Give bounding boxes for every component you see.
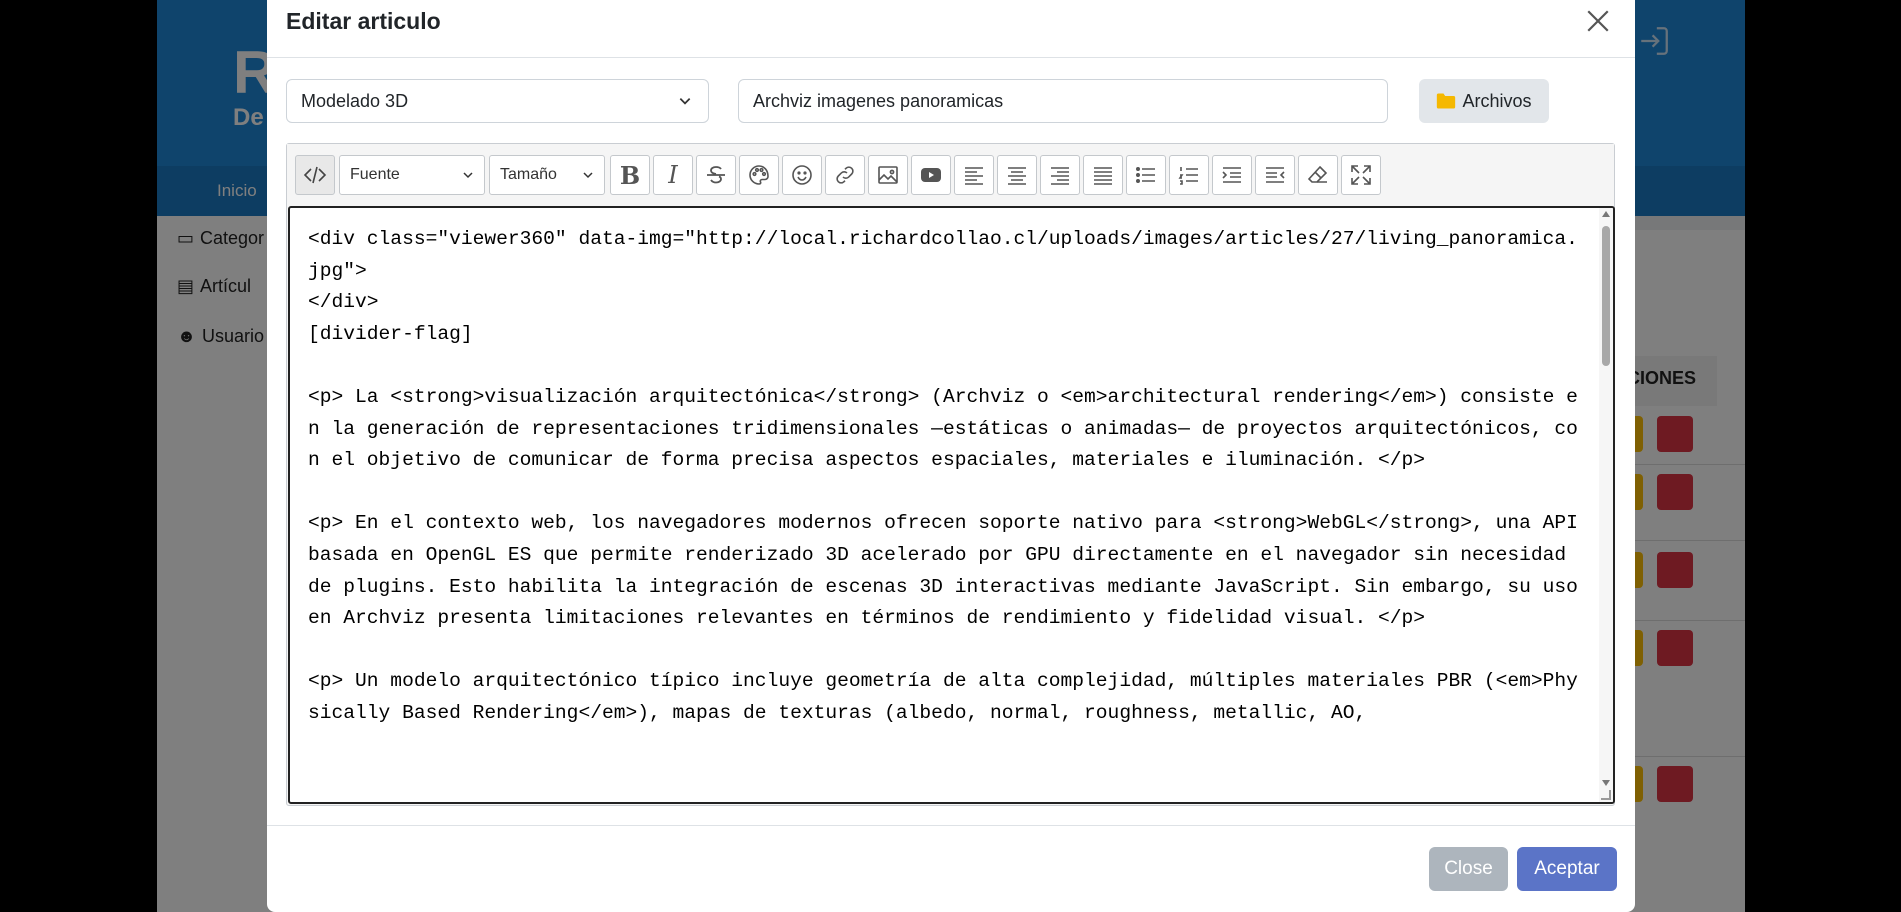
emoji-button[interactable] [782, 155, 822, 195]
outdent-button[interactable] [1255, 155, 1295, 195]
font-dropdown[interactable]: Fuente [339, 155, 485, 195]
editor-toolbar: Fuente Tamaño B I [287, 144, 1614, 206]
align-center-icon [1008, 167, 1026, 185]
files-button-label: Archivos [1462, 90, 1532, 111]
article-title-input[interactable]: Archviz imagenes panoramicas [738, 79, 1388, 123]
code-view-button[interactable] [295, 155, 335, 195]
modal-footer: Close Aceptar [267, 825, 1635, 912]
align-center-button[interactable] [997, 155, 1037, 195]
list-ul-icon [1135, 167, 1155, 183]
bold-icon: B [619, 160, 641, 190]
code-editor-content[interactable]: <div class="viewer360" data-img="http://… [308, 224, 1578, 730]
align-left-button[interactable] [954, 155, 994, 195]
color-button[interactable] [739, 155, 779, 195]
ordered-list-button[interactable] [1169, 155, 1209, 195]
indent-button[interactable] [1212, 155, 1252, 195]
clear-format-button[interactable] [1298, 155, 1338, 195]
chevron-down-icon [583, 172, 593, 179]
justify-button[interactable] [1083, 155, 1123, 195]
palette-icon [749, 165, 769, 185]
align-right-button[interactable] [1040, 155, 1080, 195]
code-editor[interactable]: <div class="viewer360" data-img="http://… [288, 206, 1615, 804]
unordered-list-button[interactable] [1126, 155, 1166, 195]
align-right-icon [1051, 167, 1069, 185]
fullscreen-button[interactable] [1341, 155, 1381, 195]
image-button[interactable] [868, 155, 908, 195]
image-icon [878, 166, 898, 184]
align-justify-icon [1094, 167, 1112, 185]
strikethrough-icon [707, 166, 725, 184]
chevron-down-icon [463, 172, 473, 179]
outdent-icon [1266, 167, 1285, 183]
accept-button[interactable]: Aceptar [1517, 847, 1617, 891]
editor-scrollbar[interactable] [1599, 208, 1613, 802]
edit-article-modal: Editar articulo Modelado 3D Archviz imag… [267, 0, 1635, 912]
youtube-icon [921, 168, 941, 182]
strikethrough-button[interactable] [696, 155, 736, 195]
link-button[interactable] [825, 155, 865, 195]
category-select-value: Modelado 3D [301, 91, 409, 111]
modal-header: Editar articulo [267, 0, 1635, 58]
align-left-icon [965, 167, 983, 185]
eraser-icon [1307, 165, 1328, 183]
bold-button[interactable]: B [610, 155, 650, 195]
modal-title: Editar articulo [286, 8, 441, 34]
close-icon[interactable] [1585, 8, 1611, 34]
code-icon [303, 166, 327, 184]
list-ol-icon [1178, 167, 1198, 185]
category-select[interactable]: Modelado 3D [286, 79, 709, 123]
size-dropdown[interactable]: Tamaño [489, 155, 605, 195]
video-button[interactable] [911, 155, 951, 195]
files-button[interactable]: Archivos [1419, 79, 1549, 123]
scroll-thumb[interactable] [1602, 226, 1610, 366]
link-icon [836, 166, 854, 184]
italic-icon: I [668, 161, 678, 189]
resize-handle[interactable] [1601, 790, 1611, 800]
expand-icon [1351, 165, 1371, 185]
italic-button[interactable]: I [653, 155, 693, 195]
smile-icon [792, 165, 812, 185]
close-button[interactable]: Close [1429, 847, 1508, 891]
scroll-up-arrow[interactable] [1602, 211, 1610, 217]
scroll-down-arrow[interactable] [1602, 780, 1610, 786]
indent-icon [1222, 167, 1241, 183]
folder-icon [1437, 93, 1456, 109]
chevron-down-icon [679, 98, 691, 105]
rich-text-editor: Fuente Tamaño B I <div class="viewer360"… [286, 143, 1615, 806]
